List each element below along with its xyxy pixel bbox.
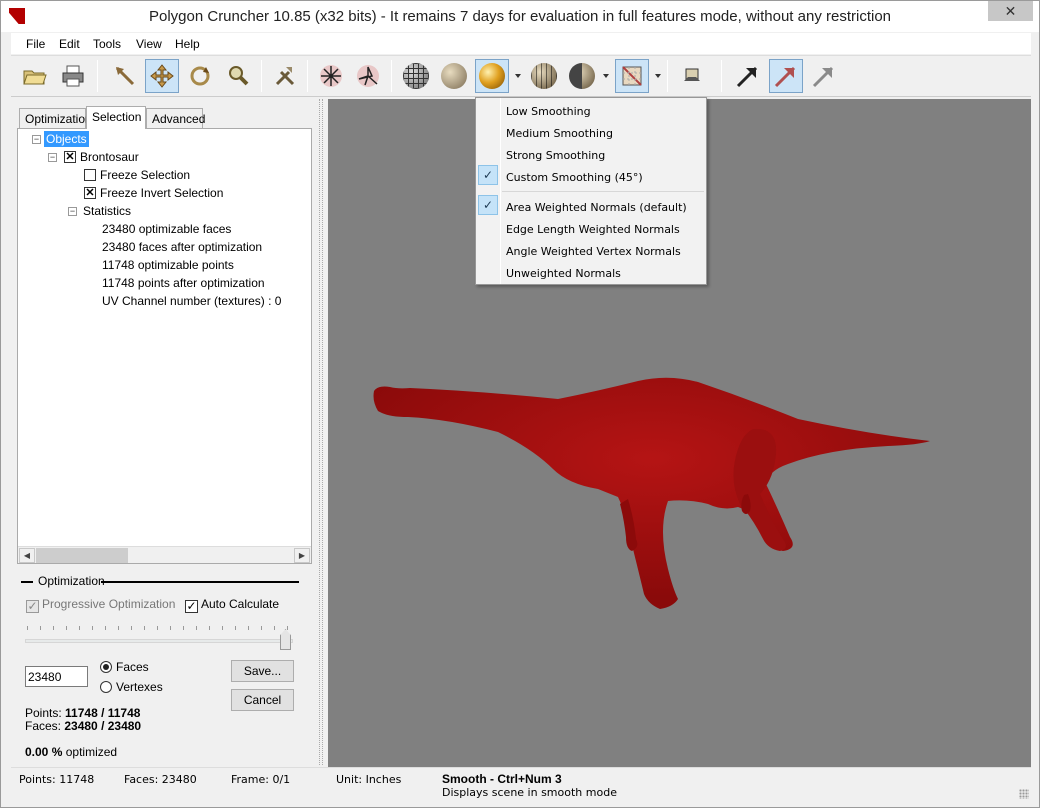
window-title: Polygon Cruncher 10.85 (x32 bits) - It r… bbox=[148, 8, 892, 25]
check-icon: ✓ bbox=[478, 195, 498, 215]
object-tree: − Objects − ✕ Brontosaur Freeze Selectio… bbox=[17, 128, 312, 564]
scroll-thumb[interactable] bbox=[36, 548, 128, 563]
menu-item-edge-length-weighted[interactable]: Edge Length Weighted Normals bbox=[506, 223, 680, 236]
menu-item-angle-weighted[interactable]: Angle Weighted Vertex Normals bbox=[506, 245, 681, 258]
close-button[interactable]: ✕ bbox=[988, 1, 1033, 21]
slider-thumb[interactable] bbox=[280, 629, 291, 650]
texture-dropdown-arrow-icon[interactable] bbox=[655, 74, 661, 78]
menu-item-unweighted[interactable]: Unweighted Normals bbox=[506, 267, 621, 280]
freeze-invert-label[interactable]: Freeze Invert Selection bbox=[100, 185, 223, 201]
menu-view[interactable]: View bbox=[136, 37, 162, 51]
zoom-icon[interactable] bbox=[221, 59, 255, 93]
scroll-right-icon[interactable]: ▶ bbox=[294, 548, 310, 563]
vertexes-radio[interactable]: Vertexes bbox=[100, 680, 163, 694]
collapse-objects-icon[interactable]: − bbox=[32, 135, 41, 144]
faceted-sphere-icon[interactable] bbox=[527, 59, 561, 93]
smooth-sphere-icon[interactable] bbox=[475, 59, 509, 93]
left-panel: Optimization Selection Advanced − Object… bbox=[11, 99, 317, 765]
status-frame: Frame: 0/1 bbox=[231, 773, 291, 786]
stat-item: 11748 optimizable points bbox=[102, 258, 234, 272]
toolbar bbox=[11, 55, 1031, 97]
menu-separator bbox=[502, 191, 704, 192]
freeze-invert-checkbox[interactable]: ✕ bbox=[84, 187, 96, 199]
tree-item-statistics[interactable]: Statistics bbox=[83, 203, 131, 219]
menu-item-area-weighted[interactable]: Area Weighted Normals (default) bbox=[506, 201, 687, 214]
scroll-left-icon[interactable]: ◀ bbox=[19, 548, 35, 563]
group-divider bbox=[101, 581, 299, 583]
menu-item-strong-smoothing[interactable]: Strong Smoothing bbox=[506, 149, 605, 162]
stat-item: 11748 points after optimization bbox=[102, 276, 265, 290]
menu-bar: File Edit Tools View Help bbox=[11, 33, 1031, 54]
menu-file[interactable]: File bbox=[26, 37, 45, 51]
slider-ticks bbox=[27, 626, 293, 630]
resize-grip-icon[interactable] bbox=[1019, 789, 1029, 799]
print-icon[interactable] bbox=[56, 59, 90, 93]
normal-arrow-gray-icon[interactable] bbox=[807, 59, 841, 93]
optimized-percent: 0.00 % optimized bbox=[25, 745, 118, 759]
vertex-icon[interactable] bbox=[314, 59, 348, 93]
freeze-selection-checkbox[interactable] bbox=[84, 169, 96, 181]
menu-gutter bbox=[500, 98, 501, 284]
points-info: Points: 11748 / 11748 bbox=[25, 706, 141, 720]
tab-advanced[interactable]: Advanced bbox=[146, 108, 205, 128]
stat-item: 23480 faces after optimization bbox=[102, 240, 263, 254]
brontosaur-checkbox[interactable]: ✕ bbox=[64, 151, 76, 163]
status-points: Points: 11748 bbox=[19, 773, 95, 786]
tree-item-brontosaur[interactable]: Brontosaur bbox=[80, 149, 139, 165]
shading-dropdown-arrow-icon[interactable] bbox=[603, 74, 609, 78]
rotate-icon[interactable] bbox=[183, 59, 217, 93]
move-icon[interactable] bbox=[145, 59, 179, 93]
normal-arrow-selected-icon[interactable] bbox=[769, 59, 803, 93]
menu-tools[interactable]: Tools bbox=[93, 37, 121, 51]
normal-arrow-icon[interactable] bbox=[731, 59, 765, 93]
menu-item-custom-smoothing[interactable]: Custom Smoothing (45°) bbox=[506, 171, 643, 184]
faces-info: Faces: 23480 / 23480 bbox=[25, 719, 142, 733]
stat-item: UV Channel number (textures) : 0 bbox=[102, 294, 282, 308]
menu-help[interactable]: Help bbox=[175, 37, 200, 51]
auto-calculate-checkbox[interactable]: ✓ Auto Calculate bbox=[185, 597, 279, 613]
open-icon[interactable] bbox=[18, 59, 52, 93]
status-bar: Points: 11748 Faces: 23480 Frame: 0/1 Un… bbox=[11, 767, 1031, 801]
freeze-selection-label[interactable]: Freeze Selection bbox=[100, 167, 190, 183]
status-description: Displays scene in smooth mode bbox=[442, 786, 617, 799]
menu-edit[interactable]: Edit bbox=[59, 37, 80, 51]
collapse-brontosaur-icon[interactable]: − bbox=[48, 153, 57, 162]
smoothing-dropdown-menu: Low Smoothing Medium Smoothing Strong Sm… bbox=[475, 97, 707, 285]
optimization-group-label: Optimization bbox=[35, 574, 108, 588]
title-bar: Polygon Cruncher 10.85 (x32 bits) - It r… bbox=[1, 1, 1039, 32]
status-unit: Unit: Inches bbox=[336, 773, 402, 786]
check-icon: ✓ bbox=[478, 165, 498, 185]
faces-radio[interactable]: Faces bbox=[100, 660, 149, 674]
status-faces: Faces: 23480 bbox=[124, 773, 197, 786]
texture-icon[interactable] bbox=[615, 59, 649, 93]
menu-item-medium-smoothing[interactable]: Medium Smoothing bbox=[506, 127, 613, 140]
half-sphere-icon[interactable] bbox=[565, 59, 599, 93]
face-count-input[interactable]: 23480 bbox=[25, 666, 88, 687]
flat-sphere-icon[interactable] bbox=[437, 59, 471, 93]
select-arrow-icon[interactable] bbox=[108, 59, 142, 93]
tab-optimization[interactable]: Optimization bbox=[19, 108, 92, 128]
camera-icon[interactable] bbox=[675, 59, 709, 93]
stat-item: 23480 optimizable faces bbox=[102, 222, 232, 236]
edge-icon[interactable] bbox=[351, 59, 385, 93]
tab-selection[interactable]: Selection bbox=[86, 106, 146, 129]
app-window: Polygon Cruncher 10.85 (x32 bits) - It r… bbox=[0, 0, 1040, 808]
group-divider bbox=[21, 581, 33, 583]
smooth-dropdown-arrow-icon[interactable] bbox=[515, 74, 521, 78]
tools-icon[interactable] bbox=[268, 59, 302, 93]
cancel-button[interactable]: Cancel bbox=[231, 689, 294, 711]
save-button[interactable]: Save... bbox=[231, 660, 294, 682]
collapse-statistics-icon[interactable]: − bbox=[68, 207, 77, 216]
menu-item-low-smoothing[interactable]: Low Smoothing bbox=[506, 105, 591, 118]
tree-horizontal-scrollbar[interactable]: ◀ ▶ bbox=[18, 546, 311, 563]
optimization-slider[interactable] bbox=[25, 639, 293, 643]
status-command: Smooth - Ctrl+Num 3 bbox=[442, 772, 562, 786]
panel-splitter[interactable] bbox=[319, 99, 323, 765]
progressive-optimization-checkbox[interactable]: ✓ Progressive Optimization bbox=[26, 597, 175, 613]
wireframe-sphere-icon[interactable] bbox=[399, 59, 433, 93]
tree-item-objects[interactable]: Objects bbox=[44, 131, 89, 147]
